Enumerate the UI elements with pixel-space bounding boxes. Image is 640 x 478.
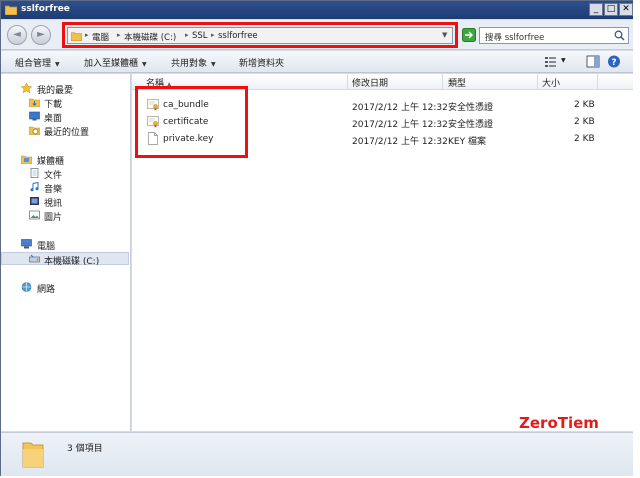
sidebar-item-local-disk[interactable]: 本機磁碟 (C:): [1, 252, 129, 267]
sidebar-item-desktop[interactable]: 桌面: [1, 110, 129, 124]
sidebar-item-label: 視訊: [44, 199, 63, 209]
star-icon: [21, 83, 32, 93]
files-highlight-box: [135, 86, 248, 158]
sidebar-item-videos[interactable]: 視訊: [1, 195, 129, 209]
search-input[interactable]: 搜尋 sslforfree: [479, 27, 629, 44]
command-bar: 組合管理 ▼ 加入至媒體櫃 ▼ 共用對象 ▼ 新增資料夾 ▼ ?: [1, 51, 633, 73]
column-header-type[interactable]: 類型: [448, 76, 466, 89]
page-edge: [633, 0, 640, 478]
share-with-label: 共用對象: [171, 59, 208, 69]
back-button[interactable]: ◄: [7, 25, 27, 45]
library-icon: [21, 155, 32, 164]
hard-drive-icon: [29, 254, 40, 263]
column-divider[interactable]: [597, 74, 598, 90]
search-icon[interactable]: [614, 30, 625, 41]
document-icon: [30, 168, 39, 178]
window-title: sslforfree: [21, 4, 70, 14]
music-icon: [30, 182, 39, 192]
forward-button[interactable]: ►: [31, 25, 51, 45]
sidebar-item-network[interactable]: 網路: [1, 281, 129, 295]
column-header-size[interactable]: 大小: [542, 76, 560, 89]
view-options-icon[interactable]: [544, 55, 558, 68]
file-size: 2 KB: [574, 134, 595, 144]
item-count: 3 個項目: [67, 444, 103, 454]
add-to-library-label: 加入至媒體櫃: [84, 59, 139, 69]
view-dropdown-icon[interactable]: ▼: [561, 57, 566, 64]
sidebar-item-label: 音樂: [44, 185, 63, 195]
navigation-bar: ◄ ► ▸ 電腦 ▸ 本機磁碟 (C:) ▸ SSL ▸ sslforfree …: [1, 20, 633, 50]
file-list: 名稱 ▲ 修改日期 類型 大小 ca_bundle 2017/2/12 上午 1…: [132, 74, 633, 432]
sidebar-item-label: 網路: [37, 285, 56, 295]
sidebar-item-label: 桌面: [44, 114, 63, 124]
pictures-icon: [29, 210, 40, 220]
column-divider[interactable]: [347, 74, 348, 90]
share-with-button[interactable]: 共用對象 ▼: [171, 56, 216, 69]
column-header-modified[interactable]: 修改日期: [352, 76, 388, 89]
sidebar-item-favorites[interactable]: 我的最愛: [1, 82, 129, 96]
file-modified: 2017/2/12 上午 12:32: [352, 103, 448, 113]
sidebar-item-label: 我的最愛: [37, 86, 74, 96]
file-type: KEY 檔案: [448, 137, 486, 147]
sidebar-item-label: 文件: [44, 171, 63, 181]
file-modified: 2017/2/12 上午 12:32: [352, 137, 448, 147]
sidebar-item-label: 電腦: [37, 242, 56, 252]
chevron-down-icon: ▼: [211, 61, 216, 68]
sidebar-item-label: 媒體櫃: [37, 157, 65, 167]
network-icon: [21, 282, 32, 292]
sidebar-item-documents[interactable]: 文件: [1, 167, 129, 181]
minimize-button[interactable]: _: [589, 3, 603, 16]
search-placeholder: 搜尋 sslforfree: [485, 33, 545, 43]
add-to-library-button[interactable]: 加入至媒體櫃 ▼: [84, 56, 147, 69]
folder-icon: [5, 5, 17, 15]
file-modified: 2017/2/12 上午 12:32: [352, 120, 448, 130]
watermark-text: ZeroTiem: [519, 414, 599, 432]
title-bar[interactable]: sslforfree _ □ ✕: [1, 1, 633, 19]
desktop-icon: [29, 111, 40, 121]
sidebar-item-computer[interactable]: 電腦: [1, 238, 129, 252]
preview-pane-icon[interactable]: [586, 55, 600, 68]
column-divider[interactable]: [537, 74, 538, 90]
video-icon: [30, 197, 39, 205]
maximize-button[interactable]: □: [604, 3, 618, 16]
organize-label: 組合管理: [15, 59, 52, 69]
explorer-window: sslforfree _ □ ✕ ◄ ► ▸ 電腦 ▸ 本機磁碟 (C:) ▸ …: [0, 0, 634, 476]
sidebar-item-label: 最近的位置: [44, 128, 90, 138]
sidebar-item-label: 圖片: [44, 213, 63, 223]
file-type: 安全性憑證: [448, 120, 494, 130]
sidebar-item-recent-places[interactable]: 最近的位置: [1, 124, 129, 138]
address-highlight-box: [62, 22, 458, 48]
new-folder-button[interactable]: 新增資料夾: [239, 56, 284, 69]
help-icon[interactable]: ?: [607, 55, 621, 68]
organize-button[interactable]: 組合管理 ▼: [15, 56, 60, 69]
file-size: 2 KB: [574, 117, 595, 127]
sidebar-item-pictures[interactable]: 圖片: [1, 209, 129, 223]
refresh-icon[interactable]: [462, 28, 476, 42]
sidebar-item-libraries[interactable]: 媒體櫃: [1, 153, 129, 167]
sidebar-item-music[interactable]: 音樂: [1, 181, 129, 195]
folder-icon: [22, 442, 44, 468]
navigation-pane: 我的最愛 下載 桌面 最近的位置 媒體櫃 文件 音樂 視訊 圖片 電腦 本機磁碟…: [1, 74, 131, 431]
file-size: 2 KB: [574, 100, 595, 110]
sidebar-item-downloads[interactable]: 下載: [1, 96, 129, 110]
sidebar-item-label: 下載: [44, 100, 63, 110]
details-pane: 3 個項目: [1, 432, 633, 476]
close-button[interactable]: ✕: [619, 3, 633, 16]
computer-icon: [21, 239, 32, 249]
downloads-folder-icon: [29, 98, 40, 107]
sidebar-item-label: 本機磁碟 (C:): [44, 257, 100, 267]
file-type: 安全性憑證: [448, 103, 494, 113]
column-divider[interactable]: [442, 74, 443, 90]
chevron-down-icon: ▼: [55, 61, 60, 68]
chevron-down-icon: ▼: [142, 61, 147, 68]
svg-text:?: ?: [611, 58, 616, 68]
recent-places-icon: [29, 126, 40, 135]
